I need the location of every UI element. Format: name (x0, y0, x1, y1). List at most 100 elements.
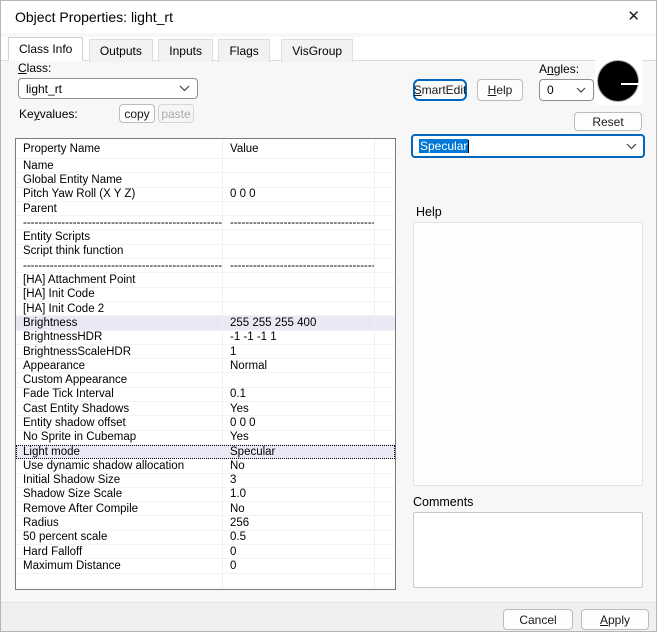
angles-label: Angles: (539, 62, 579, 76)
table-row[interactable]: Initial Shadow Size3 (16, 474, 395, 488)
property-name-cell: Hard Falloff (16, 545, 223, 558)
smartedit-button[interactable]: SmartEdit (413, 79, 467, 101)
property-value-cell (223, 245, 375, 258)
copy-button[interactable]: copy (119, 104, 155, 123)
property-extra-cell (375, 402, 395, 415)
property-extra-cell (375, 459, 395, 472)
help-section-label: Help (416, 205, 442, 219)
table-row[interactable]: Pitch Yaw Roll (X Y Z)0 0 0 (16, 188, 395, 202)
close-icon[interactable]: ✕ (623, 7, 644, 27)
property-extra-cell (375, 316, 395, 329)
property-extra-cell (375, 159, 395, 172)
apply-button[interactable]: Apply (581, 609, 649, 630)
property-value-cell (223, 288, 375, 301)
table-row[interactable]: Name (16, 159, 395, 173)
chevron-down-icon (179, 85, 190, 92)
property-name-cell: BrightnessHDR (16, 331, 223, 344)
property-name-cell: Shadow Size Scale (16, 488, 223, 501)
table-row[interactable]: Cast Entity ShadowsYes (16, 402, 395, 416)
comments-textarea[interactable] (413, 512, 643, 588)
table-row[interactable]: [HA] Attachment Point (16, 273, 395, 287)
angles-combobox[interactable]: 0 (539, 79, 594, 101)
table-row[interactable]: Script think function (16, 245, 395, 259)
property-name-cell: Entity Scripts (16, 230, 223, 243)
table-row[interactable]: Entity shadow offset0 0 0 (16, 416, 395, 430)
property-value-cell: 0 0 0 (223, 188, 375, 201)
property-value-cell: 256 (223, 516, 375, 529)
property-name-cell: [HA] Attachment Point (16, 273, 223, 286)
property-extra-cell (375, 416, 395, 429)
property-name-cell: [HA] Init Code (16, 288, 223, 301)
table-row[interactable]: Entity Scripts (16, 230, 395, 244)
keyvalue-edit-value: Specular (419, 139, 469, 153)
table-row[interactable] (16, 588, 395, 590)
table-row[interactable]: BrightnessHDR-1 -1 -1 1 (16, 331, 395, 345)
property-name-cell: Cast Entity Shadows (16, 402, 223, 415)
table-row[interactable]: Fade Tick Interval0.1 (16, 388, 395, 402)
header-value: Value (223, 139, 375, 158)
table-row[interactable]: Remove After CompileNo (16, 502, 395, 516)
table-row[interactable]: Shadow Size Scale1.0 (16, 488, 395, 502)
tab-outputs[interactable]: Outputs (89, 39, 153, 62)
property-name-cell: Initial Shadow Size (16, 474, 223, 487)
property-value-cell (223, 173, 375, 186)
property-extra-cell (375, 474, 395, 487)
property-value-cell: Yes (223, 431, 375, 444)
table-row[interactable]: Hard Falloff0 (16, 545, 395, 559)
cancel-button[interactable]: Cancel (503, 609, 573, 630)
angle-dial-pointer (621, 83, 639, 85)
property-value-cell (223, 159, 375, 172)
keyvalue-edit-combobox[interactable]: Specular (411, 134, 645, 158)
table-row[interactable]: [HA] Init Code 2 (16, 302, 395, 316)
table-row[interactable]: Parent (16, 202, 395, 216)
property-value-cell: 0.1 (223, 388, 375, 401)
table-row[interactable]: Brightness255 255 255 400 (16, 316, 395, 330)
table-row[interactable]: Custom Appearance (16, 373, 395, 387)
property-value-cell: ----------------------------------------… (223, 259, 375, 272)
table-row[interactable] (16, 574, 395, 588)
table-row[interactable]: Maximum Distance0 (16, 559, 395, 573)
table-row[interactable]: AppearanceNormal (16, 359, 395, 373)
table-row[interactable]: 50 percent scale0.5 (16, 531, 395, 545)
angle-dial[interactable] (595, 58, 642, 105)
tab-class-info[interactable]: Class Info (8, 37, 83, 61)
property-value-cell: 3 (223, 474, 375, 487)
tab-inputs[interactable]: Inputs (158, 39, 213, 62)
table-row[interactable]: Light modeSpecular (16, 445, 395, 459)
class-combobox[interactable]: light_rt (18, 78, 198, 99)
reset-button[interactable]: Reset (574, 112, 642, 131)
property-extra-cell (375, 516, 395, 529)
property-value-cell: Normal (223, 359, 375, 372)
class-combobox-value: light_rt (26, 82, 62, 96)
property-value-cell (223, 273, 375, 286)
property-extra-cell (375, 188, 395, 201)
table-row[interactable]: Use dynamic shadow allocationNo (16, 459, 395, 473)
table-separator-row[interactable]: ----------------------------------------… (16, 259, 395, 273)
property-value-cell (223, 302, 375, 315)
table-row[interactable]: BrightnessScaleHDR1 (16, 345, 395, 359)
property-value-cell (223, 574, 375, 587)
property-name-cell: BrightnessScaleHDR (16, 345, 223, 358)
paste-button[interactable]: paste (158, 104, 194, 123)
property-name-cell (16, 588, 223, 590)
property-value-cell: 1 (223, 345, 375, 358)
help-button[interactable]: Help (477, 79, 523, 101)
property-extra-cell (375, 216, 395, 229)
chevron-down-icon (576, 87, 586, 93)
table-separator-row[interactable]: ----------------------------------------… (16, 216, 395, 230)
tab-visgroup[interactable]: VisGroup (281, 39, 353, 62)
table-row[interactable]: Global Entity Name (16, 173, 395, 187)
property-name-cell: ----------------------------------------… (16, 259, 223, 272)
header-extra (375, 139, 395, 158)
table-row[interactable]: No Sprite in CubemapYes (16, 431, 395, 445)
table-row[interactable]: [HA] Init Code (16, 288, 395, 302)
property-extra-cell (375, 345, 395, 358)
property-value-cell: 0.5 (223, 531, 375, 544)
tab-flags[interactable]: Flags (218, 39, 269, 62)
property-extra-cell (375, 230, 395, 243)
table-row[interactable]: Radius256 (16, 516, 395, 530)
property-value-cell: 0 (223, 545, 375, 558)
property-name-cell: Fade Tick Interval (16, 388, 223, 401)
property-extra-cell (375, 545, 395, 558)
property-name-cell: Use dynamic shadow allocation (16, 459, 223, 472)
